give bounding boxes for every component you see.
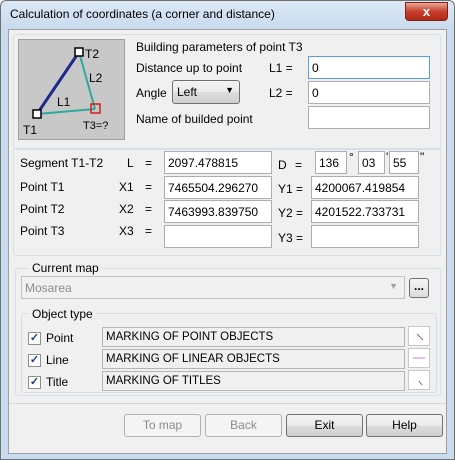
dialog-body: T2 L2 L1 T1 T3=? Building parameters of … (8, 29, 447, 454)
building-header: Building parameters of point T3 (136, 40, 303, 54)
y3-label: Y3 = (278, 231, 304, 245)
line-object-field: MARKING OF LINEAR OBJECTS (102, 349, 405, 369)
x3-equals: = (145, 224, 153, 238)
diagram-svg: T2 L2 L1 T1 T3=? (23, 47, 108, 137)
x2-equals: = (145, 202, 153, 216)
object-type-header: Object type (29, 307, 96, 321)
distance-label: Distance up to point (136, 61, 243, 75)
point-t2-marker (74, 47, 84, 57)
point-t2-label: Point T2 (20, 202, 65, 216)
title-object-field: MARKING OF TITLES (102, 371, 405, 391)
construction-diagram: T2 L2 L1 T1 T3=? (18, 39, 125, 140)
direction-seconds-field[interactable]: 55 (389, 151, 419, 174)
angle-select[interactable]: Left ▼ (172, 80, 240, 104)
help-button[interactable]: Help (366, 414, 443, 437)
l1-input[interactable]: 0 (308, 56, 430, 79)
chevron-down-icon: ▼ (389, 281, 398, 291)
to-map-button[interactable]: To map (124, 414, 201, 437)
y2-field[interactable]: 4201522.733731 (311, 200, 419, 223)
diagram-label-l1: L1 (57, 95, 71, 109)
segment-l1-line (36, 108, 96, 115)
x1-field[interactable]: 7465504.296270 (164, 176, 272, 199)
point-object-field: MARKING OF POINT OBJECTS (102, 327, 405, 347)
title-bar[interactable]: Calculation of coordinates (a corner and… (1, 1, 454, 27)
line-checkbox-label: Line (46, 353, 69, 367)
y3-field[interactable] (311, 225, 419, 248)
window-title: Calculation of coordinates (a corner and… (10, 7, 275, 21)
point-t1-marker (32, 109, 42, 119)
second-symbol: " (420, 150, 425, 164)
point-t3-label: Point T3 (20, 224, 65, 238)
browse-map-button[interactable]: ... (409, 278, 429, 298)
point-checkbox-label: Point (46, 331, 74, 345)
title-checkbox-label: Title (46, 375, 69, 389)
title-checkbox[interactable]: ✓ (28, 376, 41, 389)
angle-select-value: Left (177, 85, 198, 99)
l1-label: L1 = (269, 61, 293, 75)
point-name-input[interactable] (308, 106, 430, 129)
dialog-window: Calculation of coordinates (a corner and… (0, 0, 455, 460)
line-style-icon (413, 357, 425, 359)
x3-label: X3 (119, 224, 134, 238)
x1-label: X1 (119, 180, 134, 194)
direction-label: D (278, 158, 287, 172)
x2-label: X2 (119, 202, 134, 216)
segment-label: Segment T1-T2 (20, 156, 104, 170)
point-t1-label: Point T1 (20, 180, 65, 194)
y2-label: Y2 = (278, 206, 304, 220)
current-map-value: Mosarea (25, 281, 72, 295)
line-object-button[interactable] (408, 348, 430, 368)
direction-minutes-field[interactable]: 03 (358, 151, 385, 174)
diagram-label-t3: T3=? (83, 120, 108, 132)
point-checkbox[interactable]: ✓ (28, 332, 41, 345)
direction-equals: = (295, 158, 303, 172)
close-button[interactable]: x (405, 2, 448, 21)
title-object-button[interactable] (408, 370, 430, 390)
l2-input[interactable]: 0 (308, 81, 430, 104)
current-map-select[interactable]: Mosarea ▼ (21, 276, 405, 299)
point-style-icon (416, 333, 424, 341)
l2-label: L2 = (269, 86, 293, 100)
segment-l-label: L (127, 156, 134, 170)
point-name-label: Name of builded point (136, 112, 253, 126)
x3-field[interactable] (164, 225, 272, 248)
x2-field[interactable]: 7463993.839750 (164, 200, 272, 223)
degree-symbol: ° (349, 150, 354, 164)
point-object-button[interactable] (408, 326, 430, 346)
diagram-label-l2: L2 (89, 71, 103, 85)
x1-equals: = (145, 180, 153, 194)
button-separator (9, 403, 446, 404)
segment-l-equals: = (145, 156, 153, 170)
y1-field[interactable]: 4200067.419854 (311, 176, 419, 199)
direction-degrees-field[interactable]: 136 (315, 151, 347, 174)
angle-label: Angle (136, 86, 167, 100)
chevron-down-icon: ▼ (225, 85, 234, 95)
minute-symbol: ' (386, 150, 389, 164)
close-icon: x (422, 4, 431, 19)
title-style-icon (418, 380, 423, 386)
back-button[interactable]: Back (205, 414, 282, 437)
diagram-label-t2: T2 (85, 47, 99, 61)
current-map-header: Current map (29, 261, 102, 275)
segment-length-field[interactable]: 2097.478815 (164, 151, 272, 174)
diagram-label-t1: T1 (23, 123, 37, 137)
y1-label: Y1 = (278, 182, 304, 196)
exit-button[interactable]: Exit (286, 414, 363, 437)
line-checkbox[interactable]: ✓ (28, 354, 41, 367)
